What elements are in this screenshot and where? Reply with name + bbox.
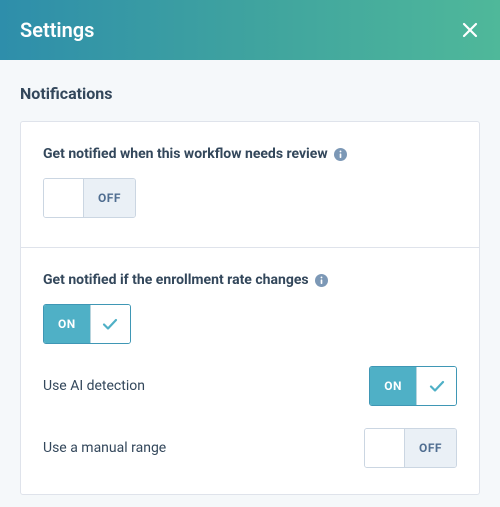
ai-detection-toggle[interactable]: ON (369, 366, 457, 406)
toggle-off-label: OFF (405, 429, 456, 467)
info-icon[interactable] (334, 147, 348, 161)
review-notification-section: Get notified when this workflow needs re… (21, 122, 479, 247)
notifications-card: Get notified when this workflow needs re… (20, 121, 480, 495)
settings-header: Settings (0, 0, 500, 60)
review-notification-text: Get notified when this workflow needs re… (43, 146, 328, 162)
ai-detection-label: Use AI detection (43, 378, 145, 394)
toggle-handle (416, 367, 456, 405)
review-notification-toggle[interactable]: OFF (43, 178, 136, 218)
enrollment-notification-text: Get notified if the enrollment rate chan… (43, 272, 309, 288)
manual-range-toggle[interactable]: OFF (364, 428, 457, 468)
content-area: Notifications Get notified when this wor… (0, 60, 500, 495)
close-icon (460, 20, 480, 40)
toggle-handle (365, 429, 405, 467)
enrollment-notification-section: Get notified if the enrollment rate chan… (21, 247, 479, 494)
settings-title: Settings (20, 18, 94, 42)
check-icon (427, 376, 447, 396)
toggle-handle (90, 305, 130, 343)
toggle-off-label: OFF (84, 179, 135, 217)
check-icon (100, 314, 120, 334)
toggle-on-label: ON (44, 305, 90, 343)
close-button[interactable] (460, 20, 480, 40)
manual-range-label: Use a manual range (43, 440, 166, 456)
review-notification-label: Get notified when this workflow needs re… (43, 146, 457, 162)
enrollment-notification-label: Get notified if the enrollment rate chan… (43, 272, 457, 288)
notifications-section-title: Notifications (20, 84, 480, 103)
enrollment-notification-toggle[interactable]: ON (43, 304, 131, 344)
toggle-handle (44, 179, 84, 217)
ai-detection-row: Use AI detection ON (43, 366, 457, 406)
toggle-on-label: ON (370, 367, 416, 405)
info-icon[interactable] (315, 273, 329, 287)
manual-range-row: Use a manual range OFF (43, 428, 457, 468)
